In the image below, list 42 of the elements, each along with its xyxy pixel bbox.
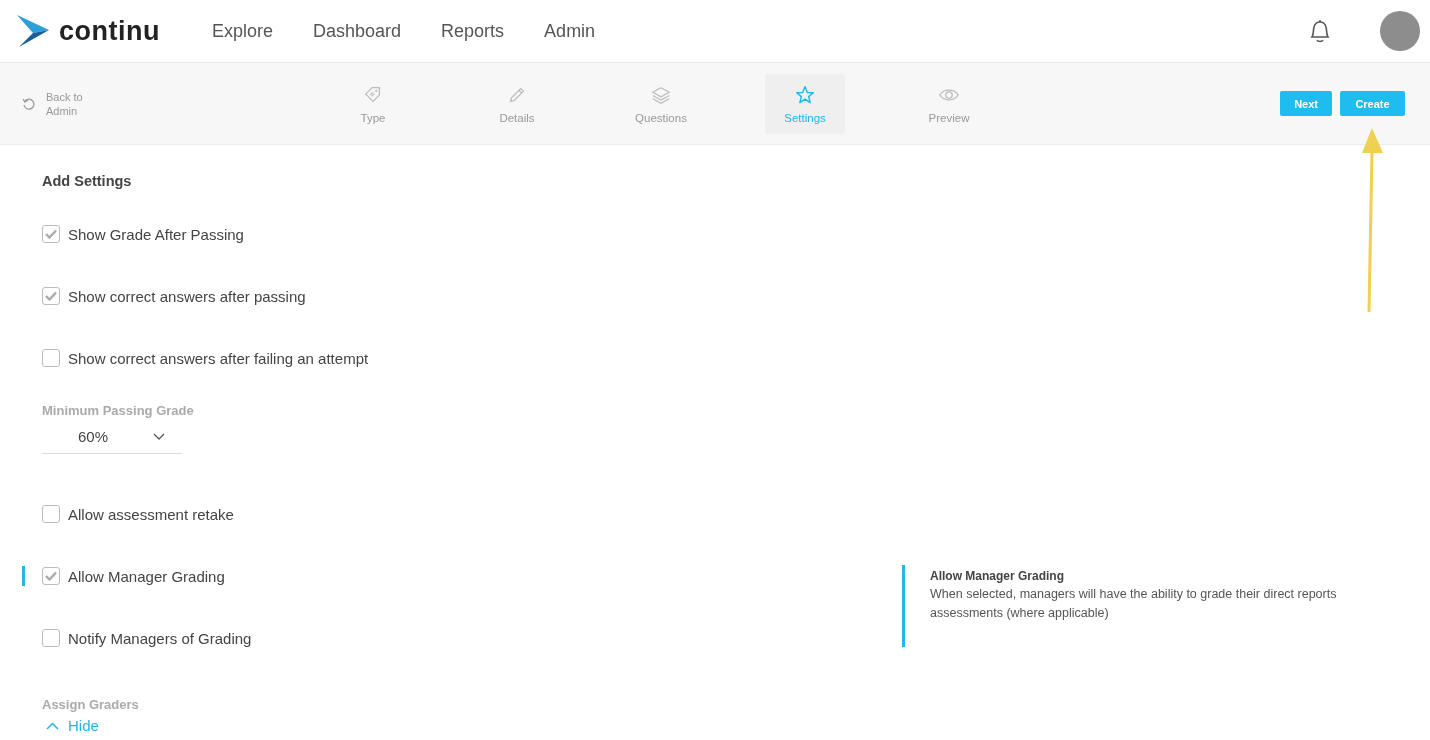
check-icon — [45, 291, 57, 301]
field-label: Minimum Passing Grade — [42, 403, 195, 418]
chevron-up-icon — [46, 721, 59, 730]
checkbox-label: Allow Manager Grading — [68, 567, 225, 585]
nav-link[interactable]: Dashboard — [313, 20, 402, 42]
hide-toggle[interactable]: Hide — [46, 718, 902, 733]
checkbox[interactable] — [42, 505, 60, 523]
help-text: When selected, managers will have the ability to grade their direct reports assessments (where applicable) — [930, 586, 1338, 622]
check-icon — [45, 571, 57, 581]
step-tab[interactable]: Details — [477, 73, 557, 134]
step-tab[interactable]: Type — [333, 73, 413, 134]
nav-link[interactable]: Reports — [441, 20, 505, 42]
check-icon — [45, 229, 57, 239]
back-link[interactable]: Back to Admin — [22, 89, 142, 118]
grade-dropdown[interactable]: 60% — [42, 422, 182, 454]
step-tab[interactable]: Preview — [909, 73, 989, 134]
checkbox[interactable] — [42, 629, 60, 647]
step-tab[interactable]: Settings — [765, 73, 845, 134]
step-tab[interactable]: Questions — [621, 73, 701, 134]
action-button[interactable]: Next — [1280, 91, 1332, 116]
checkbox-label: Show correct answers after failing an attempt — [68, 349, 369, 367]
checkbox[interactable] — [42, 287, 60, 305]
action-button[interactable]: Create — [1340, 91, 1405, 116]
avatar[interactable] — [1380, 11, 1420, 51]
checkbox[interactable] — [42, 349, 60, 367]
checkbox[interactable] — [42, 225, 60, 243]
checkbox[interactable] — [42, 567, 60, 585]
brand-name: continu — [59, 15, 160, 47]
checkbox-label: Show Grade After Passing — [68, 225, 244, 243]
section-label: Assign Graders — [42, 697, 140, 712]
nav-link[interactable]: Explore — [212, 20, 273, 42]
chevron-down-icon — [153, 432, 165, 441]
help-title: Allow Manager Grading — [930, 569, 1065, 583]
nav-link[interactable]: Admin — [544, 20, 596, 42]
checkbox-label: Show correct answers after passing — [68, 287, 306, 305]
section-title: Add Settings — [42, 173, 133, 189]
logo-icon — [17, 15, 49, 47]
checkbox-label: Allow assessment retake — [68, 505, 234, 523]
star-icon — [794, 83, 816, 106]
undo-icon — [22, 96, 36, 111]
checkbox-label: Notify Managers of Grading — [68, 629, 252, 647]
bell-icon[interactable] — [1308, 18, 1332, 44]
